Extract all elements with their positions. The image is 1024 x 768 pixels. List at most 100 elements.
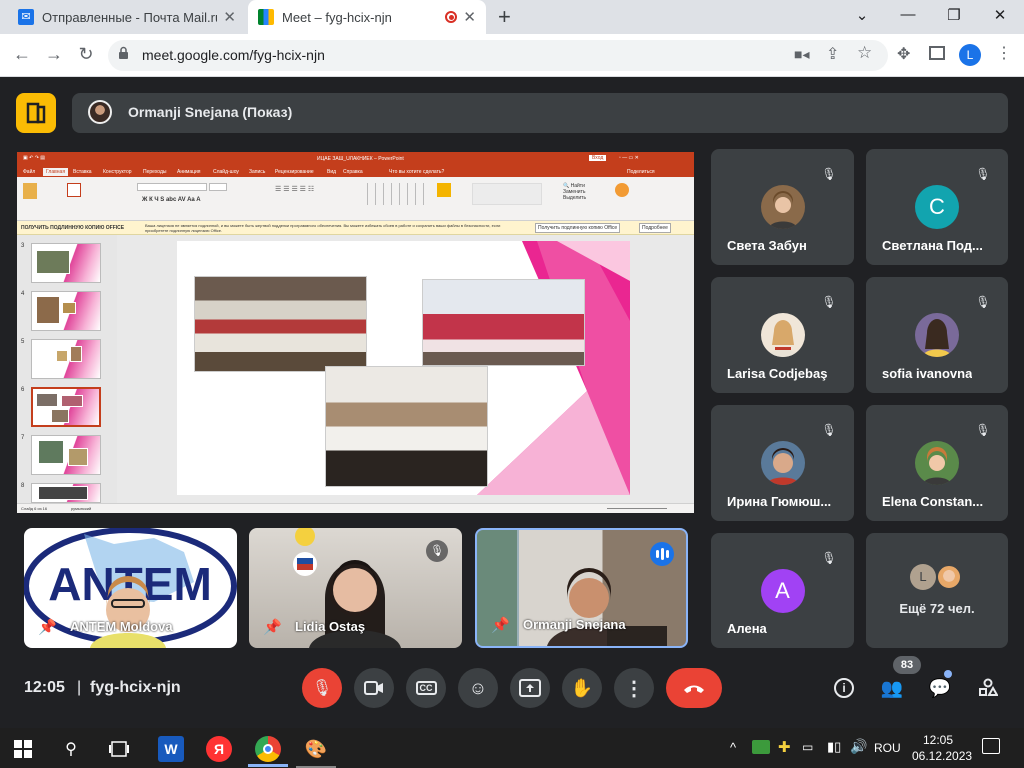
captions-button[interactable]: CC bbox=[406, 668, 446, 708]
profile-avatar[interactable]: L bbox=[959, 44, 981, 66]
browser-menu-icon[interactable]: ⋮ bbox=[996, 43, 1012, 63]
reload-icon[interactable]: ↻ bbox=[74, 44, 98, 65]
camera-icon[interactable]: ■◂ bbox=[794, 46, 809, 63]
extensions-icon[interactable]: ✥ bbox=[897, 44, 910, 64]
pin-icon[interactable]: 📌 bbox=[38, 618, 57, 636]
minimize-icon[interactable]: — bbox=[896, 6, 920, 23]
paint-icon[interactable]: 🎨 bbox=[303, 736, 329, 762]
video-tile[interactable]: ANTEM 📌 ANTEM Moldova bbox=[24, 528, 237, 648]
participant-name: sofia ivanovna bbox=[882, 366, 973, 381]
chrome-icon[interactable] bbox=[255, 736, 281, 762]
tray-expand-icon[interactable]: ^ bbox=[730, 740, 736, 755]
participant-tile[interactable]: 🎙 Света Забун bbox=[711, 149, 854, 265]
avatar: L bbox=[910, 564, 936, 590]
task-view-icon[interactable] bbox=[106, 736, 132, 762]
bookmark-star-icon[interactable]: ☆ bbox=[857, 43, 872, 63]
side-panel-icon[interactable] bbox=[929, 46, 945, 60]
meet-icon bbox=[258, 9, 274, 25]
forward-icon[interactable]: → bbox=[42, 44, 66, 65]
raise-hand-button[interactable]: ✋ bbox=[562, 668, 602, 708]
new-slide-icon bbox=[67, 183, 81, 197]
ppt-menu-review: Рецензирование bbox=[275, 169, 314, 175]
tray-app-icon[interactable] bbox=[752, 740, 770, 754]
windows-start-icon[interactable] bbox=[10, 736, 36, 762]
close-window-icon[interactable]: ✕ bbox=[988, 6, 1012, 24]
clock-time: 12:05 bbox=[922, 733, 954, 747]
avatar bbox=[915, 441, 959, 485]
participant-tile[interactable]: 🎙 Ирина Гюмюш... bbox=[711, 405, 854, 521]
pin-icon[interactable]: 📌 bbox=[491, 616, 510, 634]
participant-tile[interactable]: 🎙 sofia ivanovna bbox=[866, 277, 1008, 393]
search-icon[interactable]: ⚲ bbox=[58, 736, 84, 762]
battery-icon[interactable]: ▮▯ bbox=[827, 739, 841, 755]
new-tab-button[interactable]: + bbox=[498, 4, 511, 30]
thumb-number: 5 bbox=[21, 339, 25, 345]
participant-name: Elena Constan... bbox=[882, 494, 984, 509]
meeting-info-button[interactable]: i bbox=[828, 672, 860, 704]
emoji-icon: ☺ bbox=[468, 677, 488, 698]
camera-toggle-button[interactable] bbox=[354, 668, 394, 708]
back-icon[interactable]: ← bbox=[10, 44, 34, 65]
chat-button[interactable]: 💬 bbox=[924, 672, 956, 704]
participant-name: Lidia Ostaş bbox=[295, 619, 366, 634]
designer-icon bbox=[615, 183, 629, 197]
reactions-button[interactable]: ☺ bbox=[458, 668, 498, 708]
notifications-icon[interactable] bbox=[982, 738, 1000, 754]
tray-monitor-icon[interactable]: ▭ bbox=[802, 740, 813, 754]
ppt-menu-help: Справка bbox=[343, 169, 363, 175]
participant-tile[interactable]: 🎙 Elena Constan... bbox=[866, 405, 1008, 521]
active-app-indicator bbox=[248, 764, 288, 767]
share-icon[interactable]: ⇪ bbox=[826, 44, 839, 64]
meet-companion-icon[interactable] bbox=[16, 93, 56, 133]
find-replace: 🔍 Найти Заменить Выделить bbox=[563, 183, 587, 201]
license-warning-bar: ПОЛУЧИТЬ ПОДЛИННУЮ КОПИЮ OFFICE Ваша лиц… bbox=[17, 221, 694, 235]
mic-off-icon: 🎙 bbox=[821, 423, 837, 437]
people-button[interactable]: 👥 bbox=[876, 672, 908, 704]
get-genuine-button: Получить подлинную копию Office bbox=[535, 223, 621, 233]
mic-toggle-button[interactable]: 🎙 bbox=[302, 668, 342, 708]
input-language[interactable]: ROU bbox=[874, 741, 901, 755]
restore-icon[interactable]: ❐ bbox=[942, 6, 966, 24]
present-button[interactable] bbox=[510, 668, 550, 708]
video-tile[interactable]: 🎙 📌 Lidia Ostaş bbox=[249, 528, 462, 648]
url-text[interactable]: meet.google.com/fyg-hcix-njn bbox=[142, 47, 325, 63]
video-tile-speaking[interactable]: 📌 Ormanji Snejana bbox=[475, 528, 688, 648]
tray-plus-icon[interactable]: ✚ bbox=[778, 738, 791, 756]
activities-button[interactable] bbox=[972, 672, 1004, 704]
paste-icon bbox=[23, 183, 37, 199]
current-slide bbox=[177, 241, 630, 495]
close-tab-icon[interactable]: ✕ bbox=[223, 8, 236, 26]
tab-meet[interactable]: Meet – fyg-hcix-njn ✕ bbox=[248, 0, 486, 34]
participant-name: Светлана Под... bbox=[882, 238, 983, 253]
zoom-slider bbox=[607, 508, 667, 509]
font-box bbox=[137, 183, 207, 191]
participant-tile[interactable]: 🎙 С Светлана Под... bbox=[866, 149, 1008, 265]
mic-off-icon: 🎙 bbox=[821, 551, 837, 565]
ppt-menu-view: Вид bbox=[327, 169, 337, 175]
tab-mail[interactable]: ✉ Отправленные - Почта Mail.ru ✕ bbox=[8, 0, 246, 34]
camera-icon bbox=[364, 681, 383, 695]
more-participants-tile[interactable]: L Ещё 72 чел. bbox=[866, 533, 1008, 648]
thumb-number: 3 bbox=[21, 243, 25, 249]
hang-up-icon bbox=[684, 685, 704, 693]
participant-tile[interactable]: 🎙 Larisa Codjebaş bbox=[711, 277, 854, 393]
recording-icon bbox=[445, 11, 458, 23]
font-format-icons: Ж К Ч S abc AV Aa A bbox=[142, 197, 201, 203]
more-options-button[interactable]: ⋮ bbox=[614, 668, 654, 708]
yandex-icon[interactable]: Я bbox=[206, 736, 232, 762]
ppt-quick-access: ▣ ↶ ↷ ▤ bbox=[23, 155, 45, 161]
word-icon[interactable]: W bbox=[158, 736, 184, 762]
pin-icon[interactable]: 📌 bbox=[263, 618, 282, 636]
tab-search-icon[interactable]: ⌄ bbox=[850, 6, 874, 24]
ppt-menu-bar: Файл Главная Вставка Конструктор Переход… bbox=[17, 167, 694, 177]
shared-screen[interactable]: ИЦАЕ ЗАШ_UЛАКНИЕК – PowerPoint Вход ▣ ↶ … bbox=[17, 152, 694, 513]
ppt-menu-transitions: Переходы bbox=[143, 169, 167, 175]
volume-icon[interactable]: 🔊 bbox=[850, 738, 867, 755]
leave-call-button[interactable] bbox=[666, 668, 722, 708]
participant-name: Ирина Гюмюш... bbox=[727, 494, 832, 509]
close-tab-icon[interactable]: ✕ bbox=[463, 8, 476, 26]
chat-unread-dot bbox=[944, 670, 952, 678]
taskbar-clock[interactable]: 12:05 06.12.2023 bbox=[912, 733, 972, 763]
lock-icon[interactable] bbox=[118, 46, 129, 60]
participant-tile[interactable]: 🎙 A Алена bbox=[711, 533, 854, 648]
